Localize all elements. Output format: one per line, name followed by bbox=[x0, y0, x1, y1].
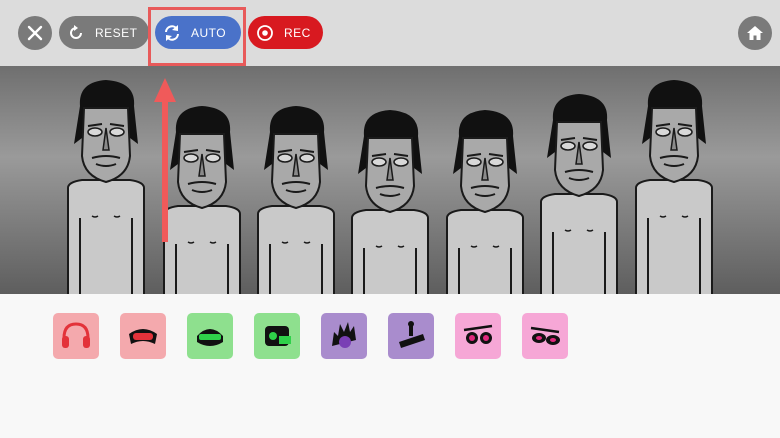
character-6[interactable] bbox=[535, 92, 623, 294]
headphones-icon bbox=[62, 322, 90, 348]
reset-icon bbox=[65, 22, 87, 44]
round-glasses-icon bbox=[530, 326, 560, 345]
pointer-arrow bbox=[154, 78, 176, 242]
sunglasses-icon bbox=[463, 324, 493, 344]
sound-cap[interactable] bbox=[388, 313, 434, 359]
rec-button[interactable]: REC bbox=[248, 16, 323, 49]
home-icon bbox=[747, 26, 763, 40]
visor-icon bbox=[197, 329, 223, 346]
close-icon bbox=[27, 25, 43, 41]
spiky-hair-icon bbox=[332, 322, 356, 348]
reset-label: RESET bbox=[95, 25, 138, 40]
sound-visor[interactable] bbox=[187, 313, 233, 359]
sound-speaker[interactable] bbox=[254, 313, 300, 359]
sound-spiky-hair[interactable] bbox=[321, 313, 367, 359]
character-1[interactable] bbox=[62, 78, 150, 294]
sound-goggles[interactable] bbox=[120, 313, 166, 359]
toolbar: RESET AUTO REC bbox=[0, 0, 780, 66]
sound-sunglasses[interactable] bbox=[455, 313, 501, 359]
speaker-icon bbox=[265, 326, 291, 346]
character-7[interactable] bbox=[630, 78, 718, 294]
goggles-icon bbox=[129, 329, 157, 344]
stage bbox=[0, 66, 780, 294]
sound-headphones[interactable] bbox=[53, 313, 99, 359]
reset-button[interactable]: RESET bbox=[59, 16, 149, 49]
cap-icon bbox=[399, 321, 425, 348]
character-5[interactable] bbox=[441, 108, 529, 294]
character-4[interactable] bbox=[346, 108, 434, 294]
home-button[interactable] bbox=[738, 16, 772, 50]
character-3[interactable] bbox=[252, 104, 340, 294]
record-icon bbox=[254, 22, 276, 44]
auto-highlight-box bbox=[148, 7, 246, 66]
rec-label: REC bbox=[284, 25, 311, 40]
sound-round-glasses[interactable] bbox=[522, 313, 568, 359]
close-button[interactable] bbox=[18, 16, 52, 50]
